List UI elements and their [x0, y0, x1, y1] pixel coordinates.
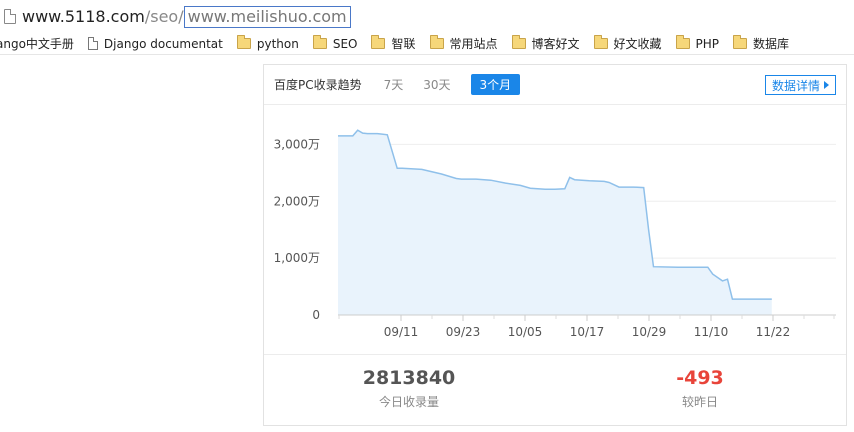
card-title: 百度PC收录趋势	[274, 78, 362, 92]
bookmark-label: python	[256, 36, 299, 51]
bookmarks-bar: ango中文手册 Django documentat python SEO 智联 常用站点…	[0, 33, 854, 55]
y-tick-label: 3,000万	[274, 137, 320, 151]
bookmark-label: ango中文手册	[0, 37, 74, 51]
folder-icon	[733, 35, 748, 49]
data-detail-label: 数据详情	[771, 78, 820, 93]
bookmark-label: PHP	[695, 36, 720, 51]
trend-chart: 01,000万2,000万3,000万5118.com09/1109/2310/…	[264, 106, 846, 354]
folder-icon	[593, 35, 608, 49]
bookmark-item[interactable]: ango中文手册	[0, 35, 74, 52]
x-tick-label: 09/11	[384, 325, 419, 339]
x-tick-label: 10/17	[570, 325, 605, 339]
bookmark-item[interactable]: SEO	[312, 35, 358, 51]
folder-icon	[511, 35, 526, 49]
folder-icon	[312, 35, 327, 49]
x-tick-label: 10/29	[632, 325, 667, 339]
y-tick-label: 1,000万	[274, 251, 320, 265]
bookmark-item[interactable]: 博客好文	[511, 35, 580, 52]
card-header: 百度PC收录趋势 7天 30天 3个月 数据详情	[264, 65, 846, 105]
bookmark-item[interactable]: python	[236, 35, 299, 51]
bookmark-label: 好文收藏	[613, 37, 662, 51]
bookmark-label: 数据库	[753, 37, 790, 51]
folder-icon	[236, 35, 251, 49]
x-tick-label: 09/23	[446, 325, 481, 339]
folder-icon	[429, 35, 444, 49]
bookmark-item[interactable]: Django documentat	[87, 36, 223, 51]
today-indexed-value: 2813840	[362, 367, 456, 389]
stat-today: 2813840 今日收录量	[309, 355, 509, 410]
series-area	[338, 130, 772, 315]
today-indexed-label: 今日收录量	[378, 395, 439, 409]
bookmark-label: SEO	[332, 36, 358, 51]
document-icon	[87, 37, 98, 50]
bookmark-item[interactable]: 数据库	[733, 35, 789, 52]
tab-3-months[interactable]: 3个月	[470, 74, 521, 95]
bookmark-item[interactable]: 好文收藏	[593, 35, 662, 52]
tab-7-days[interactable]: 7天	[384, 76, 404, 93]
url-path: /seo/	[144, 7, 184, 26]
y-tick-label: 2,000万	[274, 194, 320, 208]
vs-yesterday-label: 较昨日	[681, 395, 718, 409]
address-bar[interactable]: www.5118.com /seo/ www.meilishuo.com	[0, 0, 854, 33]
bookmark-item[interactable]: 智联	[371, 35, 416, 52]
tab-30-days[interactable]: 30天	[423, 76, 450, 93]
folder-icon	[675, 35, 690, 49]
x-tick-label: 11/22	[756, 325, 791, 339]
stat-vs-yesterday: -493 较昨日	[600, 355, 800, 410]
bookmark-label: 博客好文	[531, 37, 580, 51]
page-icon	[4, 9, 16, 24]
bookmark-item[interactable]: PHP	[675, 35, 720, 51]
trend-card: 百度PC收录趋势 7天 30天 3个月 数据详情 0 1,000万 2,000万 3,…	[263, 64, 847, 426]
url-host: www.5118.com	[22, 7, 145, 26]
stats-row: 2813840 今日收录量 -493 较昨日	[264, 354, 846, 426]
trend-chart-svg: 01,000万2,000万3,000万5118.com09/1109/2310/…	[274, 129, 836, 339]
bookmark-label: 智联	[391, 37, 416, 51]
folder-icon	[371, 35, 386, 49]
x-tick-label: 11/10	[694, 325, 729, 339]
bookmark-item[interactable]: 常用站点	[429, 35, 498, 52]
x-tick-label: 10/05	[508, 325, 543, 339]
data-detail-button[interactable]: 数据详情	[764, 75, 836, 95]
vs-yesterday-value: -493	[676, 367, 724, 389]
bookmark-label: Django documentat	[103, 36, 223, 51]
triangle-right-icon	[824, 81, 829, 89]
url-selected-text[interactable]: www.meilishuo.com	[183, 5, 351, 28]
bookmark-label: 常用站点	[449, 37, 498, 51]
y-tick-label: 0	[312, 308, 320, 322]
